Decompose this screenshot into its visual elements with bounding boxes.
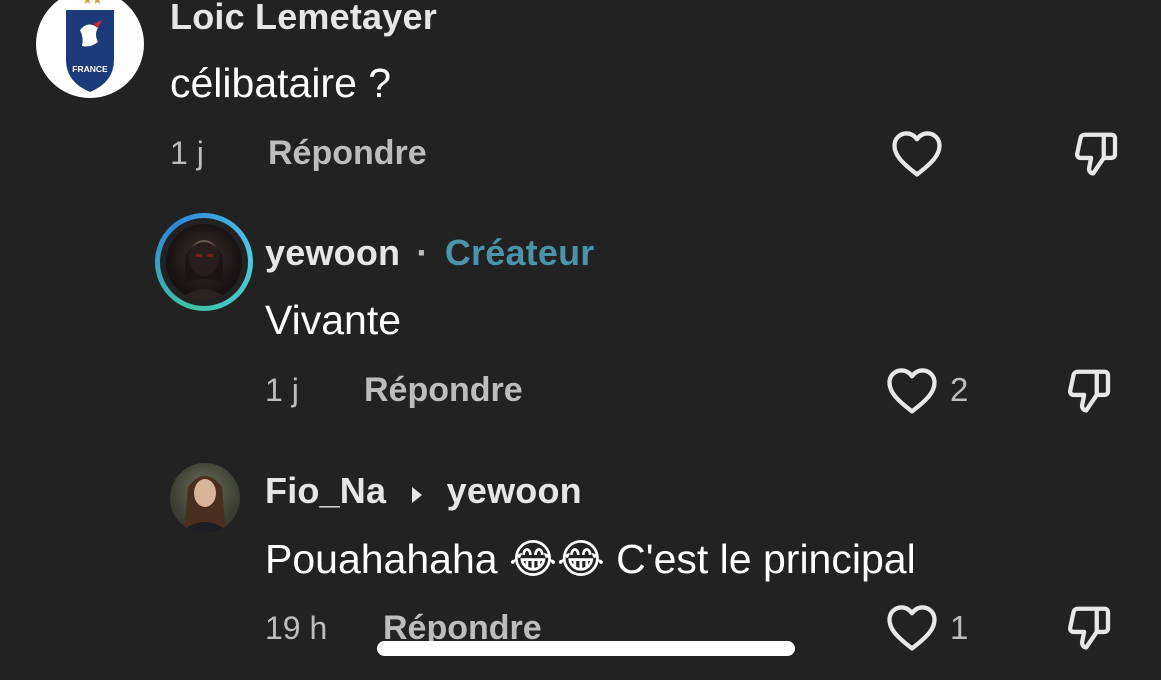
avatar-loic[interactable]: ★ ★ FRANCE: [36, 0, 144, 98]
comment-author[interactable]: yewoon: [265, 232, 400, 273]
comment-text: célibataire ?: [170, 60, 392, 106]
thumbs-down-icon[interactable]: [1070, 128, 1124, 182]
reply-button[interactable]: Répondre: [364, 371, 523, 410]
comment-time: 1 j: [265, 372, 299, 408]
comment-time: 1 j: [170, 135, 204, 171]
comment-author[interactable]: Loic Lemetayer: [170, 0, 437, 38]
comment-text: Pouahahaha 😂😂 C'est le principal: [265, 536, 916, 582]
comment-header: yewoon · Créateur: [265, 232, 595, 274]
svg-text:★: ★: [92, 0, 103, 7]
home-indicator[interactable]: [377, 641, 795, 656]
avatar-yewoon: [166, 224, 242, 300]
reply-button[interactable]: Répondre: [268, 134, 427, 173]
like-count: 2: [950, 371, 969, 408]
crest-label: FRANCE: [72, 64, 108, 74]
comment-text: Vivante: [265, 297, 402, 343]
comment-author[interactable]: Fio_Na: [265, 470, 386, 511]
avatar-fio-na[interactable]: [170, 463, 240, 533]
header-separator: ·: [416, 232, 429, 273]
comment-header: Fio_Na yewoon: [265, 470, 582, 514]
like-count: 1: [950, 609, 969, 646]
comment-2: yewoon · Créateur Vivante 1 j Répondre 2: [0, 200, 1161, 430]
heart-outline-icon[interactable]: [885, 365, 939, 415]
thumbs-down-icon[interactable]: [1063, 365, 1117, 419]
heart-outline-icon[interactable]: [885, 602, 939, 652]
reply-to-user[interactable]: yewoon: [447, 470, 582, 511]
comment-1: ★ ★ FRANCE Loic Lemetayer célibataire ? …: [0, 0, 1161, 200]
creator-badge: Créateur: [444, 232, 595, 273]
thumbs-down-icon[interactable]: [1063, 602, 1117, 656]
heart-outline-icon[interactable]: [890, 128, 944, 178]
reply-arrow-icon: [410, 472, 424, 514]
fff-crest-icon: ★ ★ FRANCE: [66, 0, 114, 92]
comment-time: 19 h: [265, 610, 328, 646]
avatar-yewoon-story-ring[interactable]: [155, 213, 253, 311]
